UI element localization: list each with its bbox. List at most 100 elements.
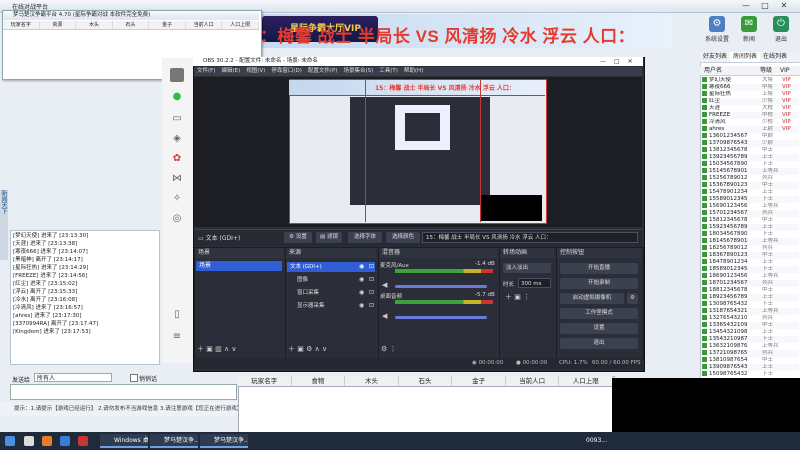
properties-button[interactable]: ⚙ 设置 xyxy=(284,232,312,243)
settings-button[interactable]: ⚙ 系统设置 xyxy=(702,14,732,48)
settings-button[interactable]: 设置 xyxy=(560,323,638,334)
tab-online[interactable]: 在线列表 xyxy=(760,52,790,62)
menu-profile[interactable]: 配置文件(P) xyxy=(305,67,341,76)
player-row[interactable]: 18589012345 下士 xyxy=(702,266,799,273)
select-font-button[interactable]: 选择字体 xyxy=(348,232,382,243)
app-icon[interactable] xyxy=(60,436,70,446)
browser-icon[interactable] xyxy=(42,436,52,446)
butterfly-icon[interactable]: ⋈ xyxy=(170,172,184,186)
exit-button[interactable]: 退出 xyxy=(560,338,638,349)
transition-select[interactable]: 淡入淡出 xyxy=(503,263,551,273)
maximize-button[interactable]: □ xyxy=(756,1,774,11)
player-row[interactable]: 13187654321 上等兵 xyxy=(702,308,799,315)
compass-icon[interactable]: ◎ xyxy=(170,212,184,226)
player-row[interactable]: 18145678901 上等兵 xyxy=(702,238,799,245)
player-row[interactable]: 15701234567 列兵 xyxy=(702,210,799,217)
eye-icon[interactable]: ◉ xyxy=(359,301,364,311)
player-row[interactable]: 13543210987 下士 xyxy=(702,336,799,343)
tab-rooms[interactable]: 房间列表 xyxy=(730,52,761,62)
mic-volume-slider[interactable] xyxy=(395,285,487,288)
player-row[interactable]: 15690123456 上等兵 xyxy=(702,203,799,210)
player-row[interactable]: 13709876543 少尉 xyxy=(702,140,799,147)
player-row[interactable]: 13098765432 下士 xyxy=(702,301,799,308)
down-icon[interactable]: ∨ xyxy=(322,345,327,353)
player-row[interactable]: 寒夜666 中将 VIP xyxy=(702,84,799,91)
file-explorer-icon[interactable] xyxy=(24,436,34,446)
more-icon[interactable]: ⋮ xyxy=(390,345,397,353)
eye-icon[interactable]: ◉ xyxy=(359,275,364,285)
exit-button[interactable]: ⏻ 退出 xyxy=(766,14,796,48)
player-row[interactable]: 18701234567 列兵 xyxy=(702,280,799,287)
player-row[interactable]: 15034567890 下士 xyxy=(702,161,799,168)
player-row[interactable]: ahres 上尉 VIP xyxy=(702,126,799,133)
eye-icon[interactable]: ◉ xyxy=(359,288,364,298)
duration-input[interactable]: 300 ms xyxy=(518,278,551,288)
app-icon[interactable]: ✿ xyxy=(170,152,184,166)
player-row[interactable]: 18256789012 列兵 xyxy=(702,245,799,252)
send-target-select[interactable]: 所有人 xyxy=(34,373,112,382)
filter-icon[interactable]: ▥ xyxy=(215,345,222,353)
menu-edit[interactable]: 编辑(E) xyxy=(218,67,243,76)
trash-icon[interactable]: ▣ xyxy=(297,345,304,353)
menu-help[interactable]: 帮助(H) xyxy=(401,67,426,76)
minimize-button[interactable]: — xyxy=(737,1,755,11)
avatar[interactable] xyxy=(170,68,184,82)
down-icon[interactable]: ∨ xyxy=(231,345,236,353)
speaker-icon[interactable]: ◀ xyxy=(382,281,387,289)
lock-icon[interactable]: ⊡ xyxy=(369,301,374,311)
player-row[interactable]: 红尘 少将 VIP xyxy=(702,98,799,105)
scene-item[interactable]: 场景 xyxy=(196,261,282,271)
up-icon[interactable]: ∧ xyxy=(315,345,320,353)
add-icon[interactable]: ＋ xyxy=(197,345,204,353)
add-icon[interactable]: ＋ xyxy=(505,293,512,301)
gear-icon[interactable]: ⚙ xyxy=(306,345,312,353)
source-item[interactable]: 文本 (GDI+) ◉ ⊡ xyxy=(287,262,375,272)
filters-button[interactable]: ▤ 滤镜 xyxy=(316,232,342,243)
start-streaming-button[interactable]: 开始直播 xyxy=(560,263,638,274)
desktop-volume-slider[interactable] xyxy=(395,316,487,319)
player-row[interactable]: 15589012345 下士 xyxy=(702,196,799,203)
start-virtual-camera-button[interactable]: 启动虚拟摄像机 xyxy=(560,293,624,304)
obs-close-button[interactable]: ✕ xyxy=(628,58,633,65)
start-recording-button[interactable]: 开始录制 xyxy=(560,278,638,289)
player-row[interactable]: 13812345678 中士 xyxy=(702,147,799,154)
up-icon[interactable]: ∧ xyxy=(224,345,229,353)
cube-icon[interactable]: ◈ xyxy=(170,132,184,146)
speaker-icon[interactable]: ◀ xyxy=(382,312,387,320)
select-color-button[interactable]: 选择颜色 xyxy=(386,232,420,243)
menu-view[interactable]: 视图(V) xyxy=(243,67,268,76)
trash-icon[interactable]: ▣ xyxy=(206,345,213,353)
lock-icon[interactable]: ⊡ xyxy=(369,275,374,285)
chat-input[interactable] xyxy=(10,384,237,400)
player-row[interactable]: 13810987654 中士 xyxy=(702,357,799,364)
app-icon[interactable] xyxy=(78,436,88,446)
source-item[interactable]: 显示器采集 ◉ ⊡ xyxy=(287,301,375,311)
menu-scene-collection[interactable]: 场景集合(S) xyxy=(340,67,376,76)
taskbar-item[interactable]: Windows 桌... xyxy=(100,434,148,448)
lock-icon[interactable]: ⊡ xyxy=(369,262,374,272)
player-row[interactable]: 13909876543 上士 xyxy=(702,364,799,371)
player-row[interactable]: 13454321098 上士 xyxy=(702,329,799,336)
player-row[interactable]: 13923456789 上士 xyxy=(702,154,799,161)
player-row[interactable]: 星际狂热 上将 VIP xyxy=(702,91,799,98)
taskbar-item[interactable]: 梦马楚汉争... xyxy=(150,434,198,448)
player-row[interactable]: 13601234567 中尉 xyxy=(702,133,799,140)
player-row[interactable]: 13276543210 列兵 xyxy=(702,315,799,322)
taskbar-item[interactable]: 梦马楚汉争... xyxy=(200,434,248,448)
player-row[interactable]: 18367890123 中士 xyxy=(702,252,799,259)
windows-start-icon[interactable] xyxy=(5,436,15,446)
menu-docks[interactable]: 停靠窗口(D) xyxy=(268,67,305,76)
player-row[interactable]: 13632109876 上等兵 xyxy=(702,343,799,350)
player-row[interactable]: 13365432109 中士 xyxy=(702,322,799,329)
gear-icon[interactable]: ⚙ xyxy=(627,293,638,304)
player-row[interactable]: 天涯 大校 VIP xyxy=(702,105,799,112)
player-row[interactable]: 18690123456 上等兵 xyxy=(702,273,799,280)
menu-tools[interactable]: 工具(T) xyxy=(376,67,401,76)
player-row[interactable]: FREEZE 中校 VIP xyxy=(702,112,799,119)
tab-friends[interactable]: 好友列表 xyxy=(700,52,730,62)
player-row[interactable]: 18923456789 上士 xyxy=(702,294,799,301)
eye-icon[interactable]: ◉ xyxy=(359,262,364,272)
side-panel-tab[interactable]: 新闻天下 xyxy=(0,190,8,260)
text-source-input[interactable]: 15：梅馨 战士 半局长 VS 风清扬 冷水 浮云 人口： xyxy=(422,232,638,243)
folder-icon[interactable]: ▭ xyxy=(170,112,184,126)
